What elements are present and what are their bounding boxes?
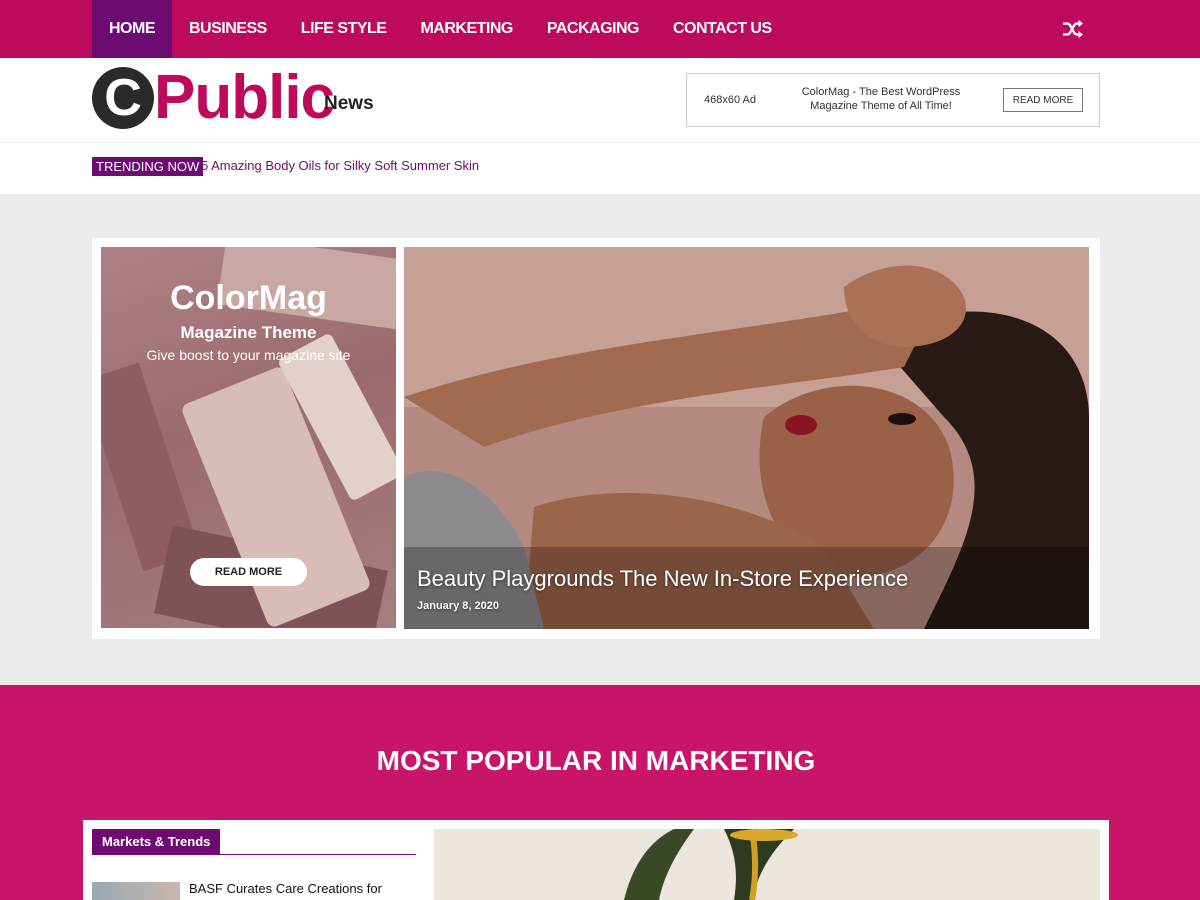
- site-header: C Public News 468x60 Ad ColorMag - The B…: [0, 58, 1200, 143]
- trending-headline-link[interactable]: 5 Amazing Body Oils for Silky Soft Summe…: [201, 158, 479, 173]
- promo-title: ColorMag: [170, 279, 327, 317]
- nav-item-life-style[interactable]: LIFE STYLE: [284, 0, 404, 58]
- nav-item-contact-us[interactable]: CONTACT US: [656, 0, 789, 58]
- ad-read-more-button[interactable]: READ MORE: [1003, 88, 1083, 112]
- article-title-link[interactable]: BASF Curates Care Creations for: [189, 881, 382, 896]
- oil-pour-image: [434, 829, 1100, 900]
- popular-section: MOST POPULAR IN MARKETING Markets & Tren…: [0, 685, 1200, 900]
- site-logo[interactable]: C Public News: [92, 65, 392, 131]
- featured-section: ColorMag Magazine Theme Give boost to yo…: [92, 238, 1100, 639]
- nav-item-home[interactable]: HOME: [92, 0, 172, 58]
- header-ad-banner[interactable]: 468x60 Ad ColorMag - The Best WordPress …: [686, 73, 1100, 127]
- ad-size-label: 468x60 Ad: [704, 94, 756, 106]
- hero-article[interactable]: Beauty Playgrounds The New In-Store Expe…: [404, 247, 1089, 629]
- promo-banner[interactable]: ColorMag Magazine Theme Give boost to yo…: [101, 247, 396, 628]
- hero-article-title[interactable]: Beauty Playgrounds The New In-Store Expe…: [417, 566, 908, 592]
- category-underline: [92, 854, 416, 855]
- nav-item-marketing[interactable]: MARKETING: [403, 0, 529, 58]
- hero-article-date: January 8, 2020: [417, 600, 499, 612]
- popular-section-heading: MOST POPULAR IN MARKETING: [376, 745, 816, 776]
- main-navigation: HOME BUSINESS LIFE STYLE MARKETING PACKA…: [0, 0, 1200, 58]
- nav-menu: HOME BUSINESS LIFE STYLE MARKETING PACKA…: [92, 0, 789, 58]
- trending-label: TRENDING NOW: [92, 157, 204, 176]
- promo-tagline: Give boost to your magazine site: [146, 347, 351, 363]
- popular-content-box: Markets & Trends BASF Curates Care Creat…: [83, 820, 1109, 900]
- category-tab-markets-trends[interactable]: Markets & Trends: [92, 829, 221, 855]
- nav-item-packaging[interactable]: PACKAGING: [530, 0, 656, 58]
- logo-letter: C: [92, 67, 154, 129]
- ad-text: ColorMag - The Best WordPress Magazine T…: [801, 86, 961, 112]
- shuffle-icon[interactable]: [1062, 19, 1084, 39]
- trending-bar: TRENDING NOW 5 Amazing Body Oils for Sil…: [0, 143, 1200, 194]
- logo-wordmark: Public: [154, 63, 335, 132]
- article-thumbnail[interactable]: [92, 882, 180, 900]
- promo-subtitle: Magazine Theme: [180, 323, 317, 342]
- promo-read-more-button[interactable]: READ MORE: [190, 558, 307, 586]
- featured-article-image[interactable]: [434, 829, 1100, 900]
- nav-item-business[interactable]: BUSINESS: [172, 0, 284, 58]
- logo-subtitle: News: [324, 93, 374, 114]
